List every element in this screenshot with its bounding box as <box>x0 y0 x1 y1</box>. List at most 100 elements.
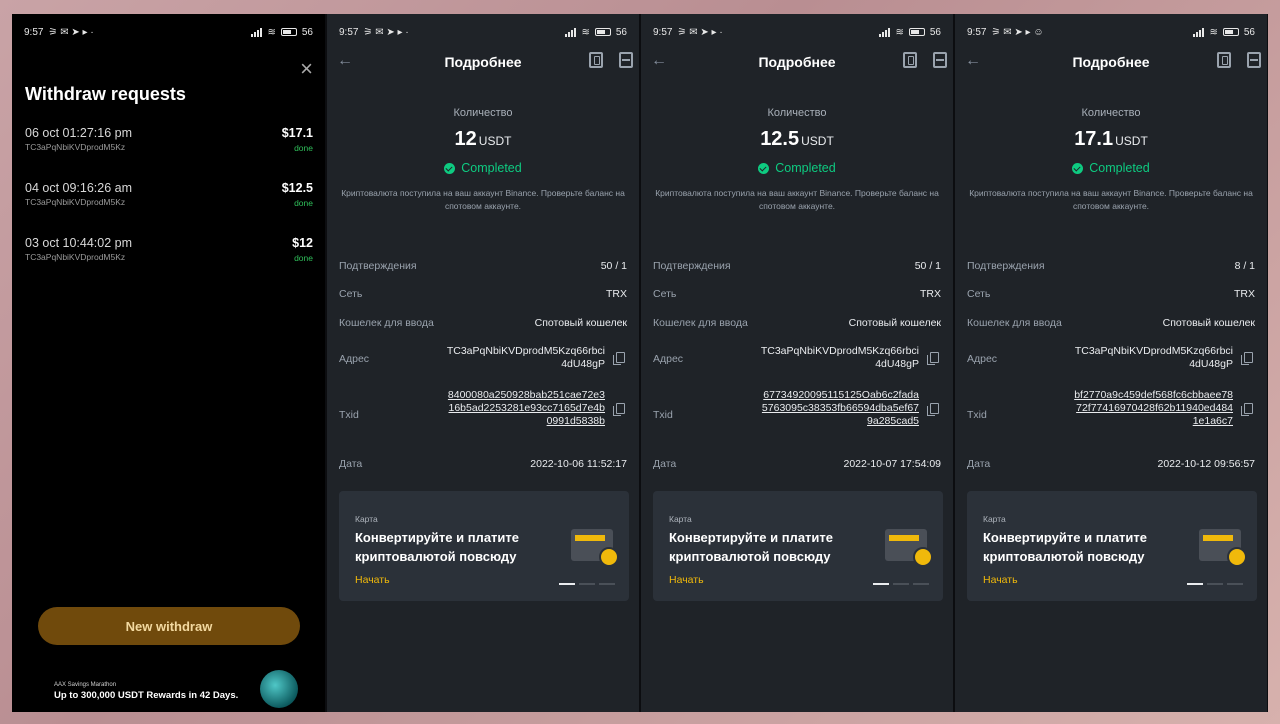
list-item[interactable]: 06 oct 01:27:16 pm TC3aPqNbiKVDprodM5Kz … <box>25 126 313 181</box>
notification-icons: ⚞ ✉ ➤ ▸ · <box>363 26 409 38</box>
battery-level: 56 <box>615 26 627 38</box>
copy-icon[interactable] <box>1241 403 1253 416</box>
label: Адрес <box>339 353 370 365</box>
quantity-value: 12.5 <box>760 128 800 150</box>
header: ← Подробнее <box>327 50 639 76</box>
wifi-icon: ≋ <box>895 26 904 38</box>
promo-card[interactable]: Карта Конвертируйте и платите криптовалю… <box>967 491 1257 601</box>
signal-icon <box>879 27 891 37</box>
value: Спотовый кошелек <box>848 317 941 329</box>
check-circle-icon <box>1072 162 1084 174</box>
quantity-value: 17.1 <box>1074 128 1114 150</box>
status-bar: 9:57 ⚞ ✉ ➤ ▸ · ≋ 56 <box>327 14 639 50</box>
value: TRX <box>606 288 627 300</box>
quantity-label: Количество <box>453 107 513 119</box>
copy-icon[interactable] <box>1241 352 1253 365</box>
withdraw-date: 04 oct 09:16:26 am <box>25 181 133 195</box>
promo-headline: Up to 300,000 USDT Rewards in 42 Days. <box>54 690 239 701</box>
withdraw-requests-screen: 9:57 ⚞ ✉ ➤ ▸ · ≋ 56 × Withdraw requests 0… <box>12 14 325 712</box>
battery-icon <box>280 28 297 36</box>
card-illustration <box>885 529 933 567</box>
battery-icon <box>594 28 611 36</box>
card-start-link[interactable]: Начать <box>669 574 704 586</box>
withdraw-address: TC3aPqNbiKVDprodM5Kz <box>25 252 126 262</box>
quantity-unit: USDT <box>1115 134 1148 148</box>
txid-link[interactable]: bf2770a9c459def568fc6cbbaee7872f77416970… <box>1073 389 1233 428</box>
withdraw-amount: $12.5 <box>281 181 313 195</box>
status-badge: Completed <box>955 161 1267 175</box>
value: 50 / 1 <box>600 260 627 272</box>
card-illustration <box>1199 529 1247 567</box>
withdraw-date: 06 oct 01:27:16 pm <box>25 126 133 140</box>
value: 2022-10-06 11:52:17 <box>530 458 627 470</box>
value: TC3aPqNbiKVDprodM5Kzq66rbci4dU48gP <box>760 345 919 370</box>
card-title: Конвертируйте и платите криптовалютой по… <box>983 530 1148 564</box>
label: Кошелек для ввода <box>339 317 434 329</box>
card-start-link[interactable]: Начать <box>355 574 390 586</box>
value: TC3aPqNbiKVDprodM5Kzq66rbci4dU48gP <box>1074 345 1233 370</box>
promo-card[interactable]: Карта Конвертируйте и платите криптовалю… <box>339 491 629 601</box>
detail-screen: 9:57 ⚞ ✉ ➤ ▸ · ≋ 56 ← Подробнее Количеств… <box>327 14 639 712</box>
close-icon[interactable]: × <box>300 58 313 80</box>
status-badge: Completed <box>641 161 953 175</box>
share-icon[interactable] <box>933 52 947 68</box>
copy-icon[interactable] <box>927 352 939 365</box>
check-circle-icon <box>758 162 770 174</box>
label: Txid <box>967 409 987 421</box>
withdraw-status: done <box>294 253 313 263</box>
value: 50 / 1 <box>914 260 941 272</box>
label: Сеть <box>653 288 677 300</box>
card-kicker: Карта <box>669 514 692 524</box>
label: Дата <box>967 458 991 470</box>
label: Адрес <box>967 353 998 365</box>
support-icon[interactable] <box>589 52 603 68</box>
txid-link[interactable]: 67734920095115125Oab6c2fada5763095c38353… <box>759 389 919 428</box>
label: Txid <box>339 409 359 421</box>
status-text: Completed <box>1089 161 1150 175</box>
label: Сеть <box>339 288 363 300</box>
withdraw-date: 03 oct 10:44:02 pm <box>25 236 133 250</box>
promo-banner[interactable]: AAX Savings Marathon Up to 300,000 USDT … <box>54 682 238 701</box>
quantity-value: 12 <box>454 128 477 150</box>
check-circle-icon <box>444 162 456 174</box>
wifi-icon: ≋ <box>1209 26 1218 38</box>
battery-icon <box>1222 28 1239 36</box>
status-time: 9:57 <box>339 26 359 38</box>
quantity-unit: USDT <box>801 134 834 148</box>
wifi-icon: ≋ <box>267 26 276 38</box>
promo-card[interactable]: Карта Конвертируйте и платите криптовалю… <box>653 491 943 601</box>
label: Сеть <box>967 288 991 300</box>
card-title: Конвертируйте и платите криптовалютой по… <box>669 530 834 564</box>
share-icon[interactable] <box>619 52 633 68</box>
notification-icons: ⚞ ✉ ➤ ▸ ☺ <box>991 26 1044 38</box>
copy-icon[interactable] <box>927 403 939 416</box>
status-time: 9:57 <box>653 26 673 38</box>
status-text: Completed <box>461 161 522 175</box>
carousel-dots <box>873 583 929 585</box>
header: ← Подробнее <box>641 50 953 76</box>
copy-icon[interactable] <box>613 352 625 365</box>
withdraw-amount: $17.1 <box>281 126 313 140</box>
txid-link[interactable]: 8400080a250928bab251cae72e316b5ad2253281… <box>445 389 605 428</box>
withdraw-list: 06 oct 01:27:16 pm TC3aPqNbiKVDprodM5Kz … <box>25 126 313 291</box>
card-start-link[interactable]: Начать <box>983 574 1018 586</box>
quantity: 12 USDT <box>327 128 639 151</box>
card-illustration <box>571 529 619 567</box>
value: TRX <box>1234 288 1255 300</box>
withdraw-address: TC3aPqNbiKVDprodM5Kz <box>25 142 126 152</box>
list-item[interactable]: 03 oct 10:44:02 pm TC3aPqNbiKVDprodM5Kz … <box>25 236 313 291</box>
support-icon[interactable] <box>1217 52 1231 68</box>
detail-screen: 9:57 ⚞ ✉ ➤ ▸ · ≋ 56 ← Подробнее Количеств… <box>641 14 953 712</box>
copy-icon[interactable] <box>613 403 625 416</box>
share-icon[interactable] <box>1247 52 1261 68</box>
detail-screen: 9:57 ⚞ ✉ ➤ ▸ ☺ ≋ 56 ← Подробнее Количеств… <box>955 14 1267 712</box>
label: Подтверждения <box>967 260 1045 272</box>
new-withdraw-button[interactable]: New withdraw <box>38 607 300 645</box>
status-note: Криптовалюта поступила на ваш аккаунт Bi… <box>655 188 939 211</box>
signal-icon <box>251 27 263 37</box>
support-icon[interactable] <box>903 52 917 68</box>
notification-icons: ⚞ ✉ ➤ ▸ · <box>677 26 723 38</box>
list-item[interactable]: 04 oct 09:16:26 am TC3aPqNbiKVDprodM5Kz … <box>25 181 313 236</box>
wifi-icon: ≋ <box>581 26 590 38</box>
card-title: Конвертируйте и платите криптовалютой по… <box>355 530 520 564</box>
